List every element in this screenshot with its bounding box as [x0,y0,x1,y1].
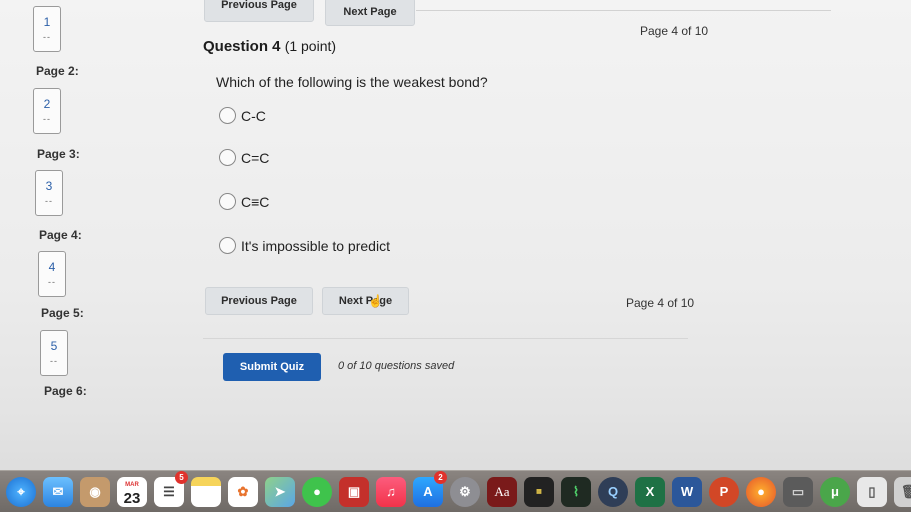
messages-icon[interactable]: ● [302,476,332,507]
mail-icon[interactable]: ✉ [43,476,73,507]
question-points: (1 point) [284,38,337,54]
page-2-status: -- [43,114,51,124]
answer-option-2[interactable]: C=C [219,149,269,166]
page-3-number: 3 [45,179,53,193]
file-icon[interactable]: ▯ [857,476,887,507]
answer-option-label: It's impossible to predict [241,237,390,254]
page-navigation-sidebar: 1 -- Page 2: 2 -- Page 3: 3 -- Page 4: 4… [0,0,190,470]
firefox-icon[interactable]: ● [746,476,776,507]
page-3-box[interactable]: 3 -- [35,170,63,216]
quicktime-icon[interactable]: Q [598,476,628,507]
activity-monitor-icon[interactable]: ⌇ [561,476,591,507]
page-1-box[interactable]: 1 -- [33,6,61,52]
answer-option-1[interactable]: C-C [219,107,266,124]
calendar-day: 23 [123,489,141,507]
powerpoint-icon[interactable]: P [709,476,739,507]
question-text: Which of the following is the weakest bo… [216,74,488,90]
section-divider [203,338,688,339]
page-4-number: 4 [48,260,56,274]
next-page-button-top[interactable]: Next Page [325,0,415,26]
page-indicator-top: Page 4 of 10 [640,24,709,38]
answer-option-3[interactable]: C≡C [219,193,269,210]
photo-booth-icon[interactable]: ▣ [339,476,369,507]
disk-utility-icon[interactable]: ▭ [783,476,813,507]
radio-button[interactable] [219,193,236,210]
top-divider [416,10,831,11]
radio-button[interactable] [219,107,236,124]
macos-dock: ⌖ ✉ ◉ MAR 23 ☰ 5 ✿ ➤ ● ▣ ♫ A2 ⚙ Aa ▦ ⌇ Q … [0,470,911,512]
page-6-label: Page 6: [44,384,87,398]
page-5-status: -- [50,356,58,366]
answer-option-label: C-C [241,107,266,124]
radio-button[interactable] [219,237,236,254]
answer-option-label: C=C [241,149,270,166]
notes-icon[interactable] [191,476,221,507]
music-icon[interactable]: ♫ [376,476,406,507]
previous-page-button-bottom[interactable]: Previous Page [205,287,313,315]
page-indicator-bottom: Page 4 of 10 [626,296,695,310]
word-icon[interactable]: W [672,476,702,507]
radio-button[interactable] [219,149,236,166]
console-icon[interactable]: ▦ [524,476,554,507]
maps-icon[interactable]: ➤ [265,476,295,507]
dictionary-icon[interactable]: Aa [487,476,517,507]
trash-icon[interactable]: 🗑 [894,476,911,507]
page-3-label: Page 3: [37,147,80,161]
contacts-icon[interactable]: ◉ [80,476,110,507]
page-2-number: 2 [43,97,51,111]
page-1-number: 1 [43,15,51,29]
page-4-box[interactable]: 4 -- [38,251,66,297]
answer-option-label: C≡C [241,193,270,210]
app-store-icon[interactable]: A2 [413,470,447,507]
previous-page-button-top[interactable]: Previous Page [204,0,314,22]
excel-icon[interactable]: X [635,476,665,507]
calendar-icon[interactable]: MAR 23 [117,476,147,507]
page-5-number: 5 [50,339,58,353]
mouse-cursor-icon: ☝ [368,294,383,308]
page-1-status: -- [43,32,51,42]
app-store-badge: 2 [434,470,447,484]
page-5-box[interactable]: 5 -- [40,330,68,376]
safari-icon[interactable]: ⌖ [6,476,36,507]
reminders-icon[interactable]: ☰ 5 [154,470,188,507]
dictionary-glyph: Aa [494,483,510,499]
reminders-badge: 5 [175,470,188,484]
page-2-box[interactable]: 2 -- [33,88,61,134]
page-4-label: Page 4: [39,228,82,242]
page-2-label: Page 2: [36,64,79,78]
question-title: Question 4 (1 point) [203,38,336,55]
save-status: 0 of 10 questions saved [338,360,455,372]
utorrent-icon[interactable]: μ [820,476,850,507]
system-preferences-icon[interactable]: ⚙ [450,476,480,507]
submit-quiz-button[interactable]: Submit Quiz [223,353,321,381]
page-5-label: Page 5: [41,306,84,320]
question-number: Question 4 [203,38,281,55]
photos-icon[interactable]: ✿ [228,476,258,507]
answer-option-4[interactable]: It's impossible to predict [219,237,390,254]
page-3-status: -- [45,196,53,206]
page-4-status: -- [48,277,56,287]
next-page-button-bottom[interactable]: Next Page [322,287,409,315]
